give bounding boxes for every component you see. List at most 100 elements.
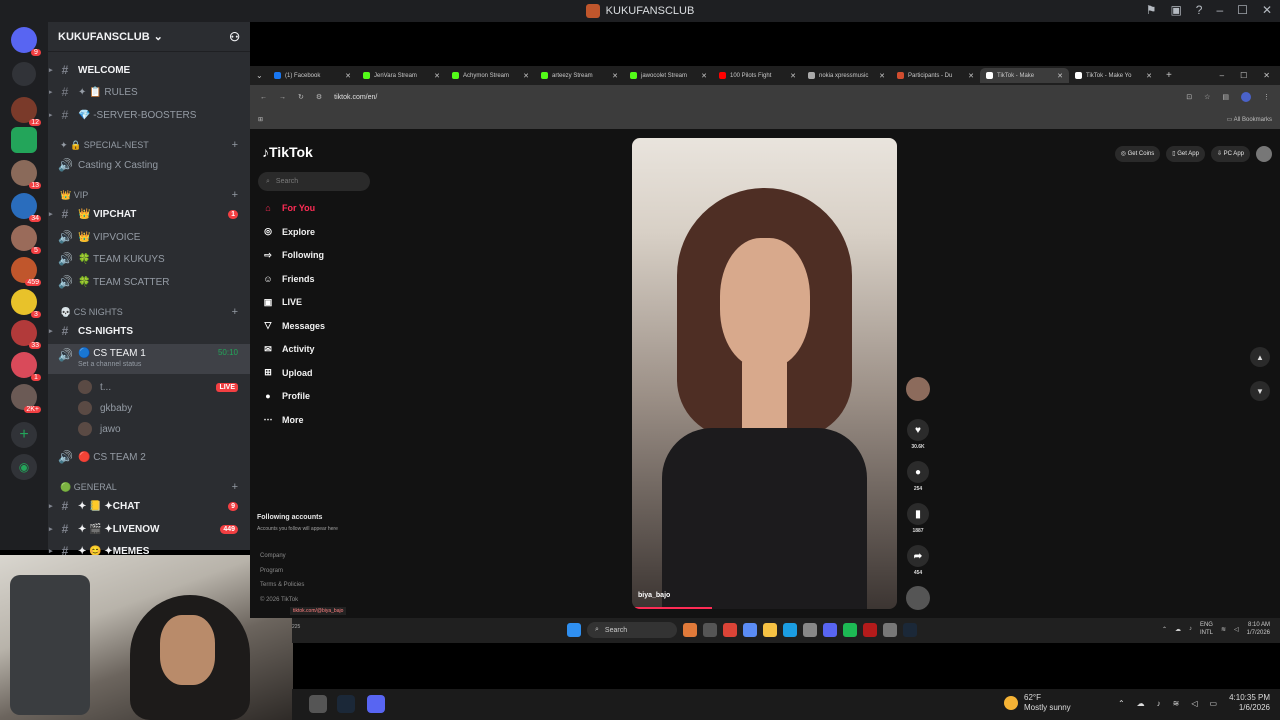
obs-icon[interactable]: [309, 695, 327, 713]
mic-icon[interactable]: ♪: [1157, 699, 1161, 708]
apps-grid-icon[interactable]: ⊞: [258, 116, 263, 123]
comment-button[interactable]: ● 254: [904, 461, 932, 492]
pc-app-button[interactable]: ⇩ PC App: [1210, 146, 1250, 162]
close-button[interactable]: ✕: [1262, 3, 1272, 17]
browser-tab[interactable]: nokia xpressmusic ✕: [802, 68, 891, 83]
voice-member[interactable]: t... LIVE: [48, 377, 250, 397]
browser-tab[interactable]: Participants - Du ✕: [891, 68, 980, 83]
channel-item[interactable]: 🔊 Casting X Casting: [48, 155, 250, 175]
video-username[interactable]: biya_bajo: [638, 592, 670, 599]
discord-icon[interactable]: [823, 623, 837, 637]
close-tab-icon[interactable]: ✕: [1146, 72, 1152, 80]
app-icon[interactable]: [863, 623, 877, 637]
music-disc[interactable]: [904, 586, 932, 610]
close-tab-icon[interactable]: ✕: [612, 72, 618, 80]
scroll-down-button[interactable]: ▼: [1250, 381, 1270, 401]
language-indicator[interactable]: ENG INTL: [1200, 621, 1213, 637]
close-tab-icon[interactable]: ✕: [345, 72, 351, 80]
maximize-button[interactable]: ☐: [1237, 3, 1248, 17]
wifi-icon[interactable]: ≋: [1173, 699, 1180, 708]
volume-icon[interactable]: ◁: [1234, 626, 1239, 633]
browser-tab[interactable]: (1) Facebook ✕: [268, 68, 357, 83]
server-header[interactable]: KUKUFANSCLUB ⌄ ⚇: [48, 22, 250, 52]
nav-item[interactable]: ⌂ For You: [262, 199, 372, 217]
clock[interactable]: 4:10:35 PM 1/6/2026: [1229, 693, 1270, 713]
site-info-icon[interactable]: ⚙: [316, 93, 322, 101]
reload-icon[interactable]: ↻: [298, 93, 304, 101]
chevron-up-icon[interactable]: ⌃: [1162, 626, 1167, 633]
search-input[interactable]: ⌕ Search: [258, 172, 370, 191]
tab-search-icon[interactable]: ⌄: [256, 71, 268, 80]
widget-icon[interactable]: [683, 623, 697, 637]
task-view-icon[interactable]: [703, 623, 717, 637]
help-icon[interactable]: ?: [1196, 3, 1203, 17]
channel-item[interactable]: 🔊 👑 VIPVOICE: [48, 227, 250, 247]
nav-item[interactable]: ⇨ Following: [262, 246, 372, 264]
nav-item[interactable]: ⊞ Upload: [262, 364, 372, 382]
inbox-icon[interactable]: ⚑: [1146, 3, 1157, 17]
maximize-button[interactable]: ☐: [1240, 71, 1247, 80]
channel-item[interactable]: ▸ # 👑 VIPCHAT 1: [48, 204, 250, 224]
minimize-button[interactable]: –: [1216, 3, 1223, 17]
forward-icon[interactable]: →: [279, 94, 286, 101]
browser-tab[interactable]: jawocolet Stream ✕: [624, 68, 713, 83]
network-icon[interactable]: ☁: [1175, 626, 1181, 633]
weather-widget[interactable]: 62°F Mostly sunny: [1004, 693, 1071, 713]
windows-start-icon[interactable]: [567, 623, 581, 637]
spotify-icon[interactable]: [843, 623, 857, 637]
server-icon[interactable]: 13: [11, 160, 41, 189]
nav-item[interactable]: ● Profile: [262, 387, 372, 405]
channel-item[interactable]: 🔊 🔴 CS TEAM 2: [48, 447, 250, 467]
close-tab-icon[interactable]: ✕: [523, 72, 529, 80]
channel-category[interactable]: ✦ 🔒 Special-Nest +: [48, 135, 250, 155]
invite-icon[interactable]: ⚇: [229, 30, 240, 44]
server-icon[interactable]: 34: [11, 193, 41, 222]
server-icon[interactable]: 12: [11, 97, 41, 126]
profile-avatar[interactable]: [1241, 92, 1251, 102]
save-button[interactable]: ▮ 1887: [904, 503, 932, 534]
tiktok-logo[interactable]: ♪TikTok: [262, 144, 313, 160]
close-tab-icon[interactable]: ✕: [701, 72, 707, 80]
new-tab-button[interactable]: +: [1166, 70, 1172, 81]
discover-icon[interactable]: ◉: [11, 454, 37, 480]
footer-link[interactable]: Terms & Policies: [260, 582, 304, 588]
close-tab-icon[interactable]: ✕: [434, 72, 440, 80]
server-icon[interactable]: 2K+: [11, 384, 41, 413]
minimize-button[interactable]: –: [1220, 71, 1224, 80]
steam-icon[interactable]: [903, 623, 917, 637]
mic-icon[interactable]: ♪: [1189, 626, 1192, 632]
voice-member[interactable]: jawo: [48, 419, 250, 439]
chevron-up-icon[interactable]: ⌃: [1118, 699, 1125, 708]
channel-category[interactable]: 🟢 GENERAL +: [48, 477, 250, 497]
browser-tab[interactable]: 100 Pilots Fight ✕: [713, 68, 802, 83]
browser-tab[interactable]: TikTok - Make ✕: [980, 68, 1069, 83]
nav-item[interactable]: ▣ LIVE: [262, 293, 372, 311]
all-bookmarks[interactable]: ▭ All Bookmarks: [1227, 116, 1272, 123]
channel-item[interactable]: ▸ # WELCOME: [48, 60, 250, 80]
channel-item[interactable]: ▸ # ✦ 📒 ✦CHAT 9: [48, 496, 250, 516]
clock[interactable]: 8:10 AM 1/7/2026: [1247, 621, 1270, 637]
nav-item[interactable]: ✉ Activity: [262, 340, 372, 358]
copilot-icon[interactable]: [743, 623, 757, 637]
add-channel-icon[interactable]: +: [232, 189, 238, 201]
server-icon[interactable]: 33: [11, 320, 41, 349]
volume-icon[interactable]: ◁: [1191, 699, 1197, 708]
channel-item[interactable]: 🔊 🍀 TEAM KUKUYS: [48, 249, 250, 269]
extensions-icon[interactable]: ▤: [1222, 93, 1229, 101]
discord-home-icon[interactable]: 9: [11, 27, 41, 56]
battery-icon[interactable]: ▭: [1210, 699, 1218, 708]
channel-category[interactable]: 💀 CS NIGHTS +: [48, 302, 250, 322]
close-tab-icon[interactable]: ✕: [790, 72, 796, 80]
taskbar-search[interactable]: ⌕ Search: [587, 622, 677, 638]
channel-status[interactable]: Set a channel status: [78, 361, 141, 368]
server-icon[interactable]: [12, 62, 36, 86]
get-app-button[interactable]: ▯ Get App: [1166, 146, 1205, 162]
channel-item[interactable]: ▸ # CS-NIGHTS: [48, 321, 250, 341]
screen-icon[interactable]: ▣: [1170, 3, 1181, 17]
menu-icon[interactable]: ⋮: [1263, 93, 1270, 101]
browser-tab[interactable]: JenVara Stream ✕: [357, 68, 446, 83]
server-icon[interactable]: 459: [11, 257, 41, 286]
discord-icon[interactable]: [367, 695, 385, 713]
nav-item[interactable]: ⋯ More: [262, 411, 372, 429]
scroll-up-button[interactable]: ▲: [1250, 347, 1270, 367]
